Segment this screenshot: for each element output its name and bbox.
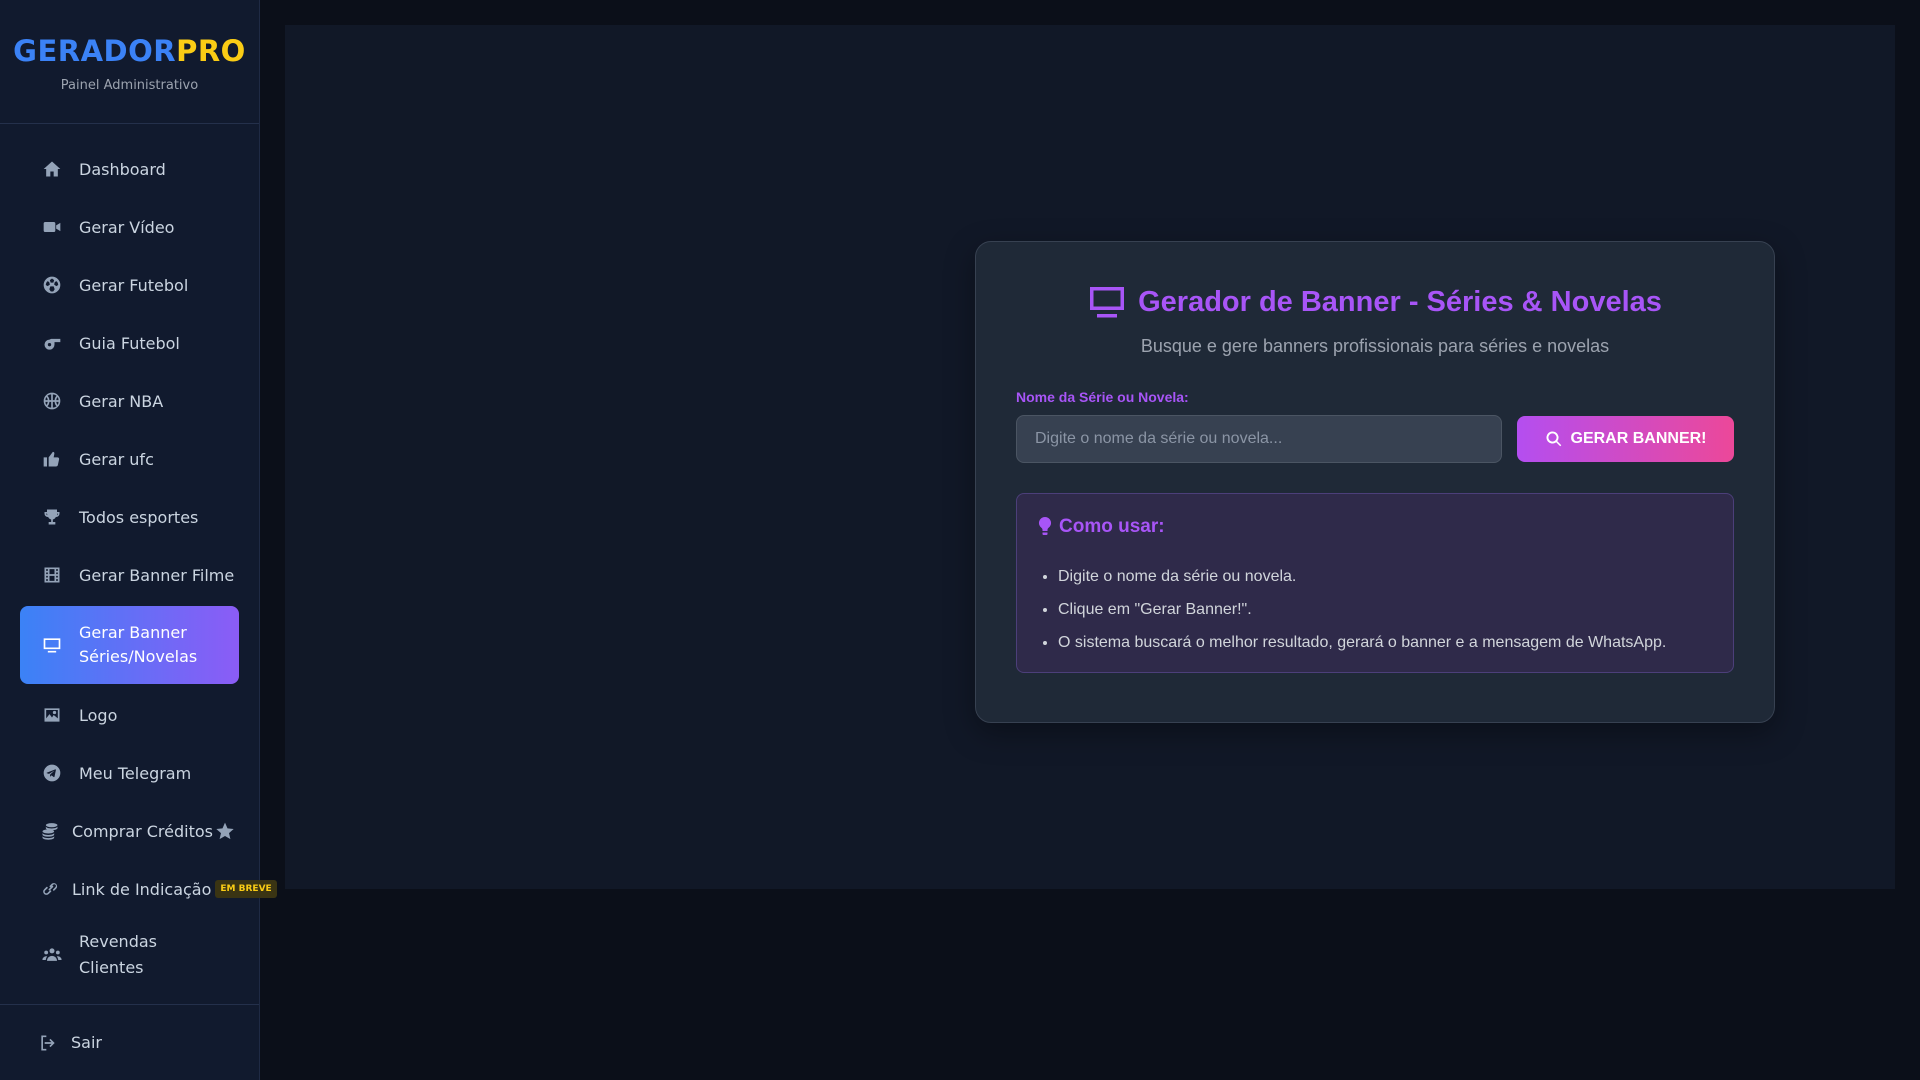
- brand-logo-part2: PRO: [176, 34, 246, 68]
- sidebar-item-label: Gerar Banner Filme: [79, 565, 235, 585]
- sidebar-item-meu-telegram[interactable]: Meu Telegram: [20, 744, 239, 802]
- sidebar-item-link-de-indicacao[interactable]: Link de Indicação EM BREVE: [20, 860, 277, 918]
- home-icon: [40, 157, 64, 181]
- sidebar-item-gerar-banner-filme[interactable]: Gerar Banner Filme: [20, 546, 239, 604]
- how-to-steps: Digite o nome da série ou novela. Clique…: [1037, 560, 1713, 659]
- page-title-text: Gerador de Banner - Séries & Novelas: [1138, 285, 1662, 318]
- telegram-icon: [40, 761, 64, 785]
- whistle-icon: [40, 331, 64, 355]
- generate-banner-label: GERAR BANNER!: [1570, 430, 1707, 447]
- sidebar-item-label: Link de Indicação: [72, 879, 212, 899]
- sidebar-nav: Dashboard Gerar Vídeo Gerar Futebol Guia…: [0, 124, 277, 1004]
- search-icon: [1545, 430, 1563, 448]
- series-name-label: Nome da Série ou Novela:: [1016, 389, 1189, 405]
- sidebar-item-label: Revendas Clientes: [79, 932, 157, 977]
- how-to-title: Como usar:: [1037, 516, 1713, 538]
- sidebar-item-todos-esportes[interactable]: Todos esportes: [20, 488, 239, 546]
- coming-soon-badge: EM BREVE: [215, 880, 277, 898]
- how-to-title-text: Como usar:: [1059, 516, 1165, 537]
- sidebar-item-gerar-ufc[interactable]: Gerar ufc: [20, 430, 239, 488]
- thumbs-up-icon: [40, 447, 64, 471]
- tv-icon: [40, 633, 64, 657]
- sidebar-item-gerar-futebol[interactable]: Gerar Futebol: [20, 256, 239, 314]
- main-panel: Gerador de Banner - Séries & Novelas Bus…: [285, 25, 1895, 889]
- sidebar-item-label: Logo: [79, 705, 118, 725]
- sidebar-item-label: Guia Futebol: [79, 333, 180, 353]
- coins-icon: [38, 819, 62, 843]
- sidebar-item-revendas-clientes[interactable]: Revendas Clientes: [20, 918, 239, 992]
- how-to-box: Como usar: Digite o nome da série ou nov…: [1016, 493, 1734, 673]
- brand-logo-part1: GERADOR: [13, 34, 177, 68]
- sidebar: GERADORPRO Painel Administrativo Dashboa…: [0, 0, 277, 1080]
- basketball-icon: [40, 389, 64, 413]
- list-item: Clique em "Gerar Banner!".: [1058, 593, 1713, 626]
- sidebar-item-label: Gerar NBA: [79, 391, 164, 411]
- sidebar-item-label: Comprar Créditos: [72, 821, 213, 841]
- brand: GERADORPRO Painel Administrativo: [0, 0, 259, 124]
- sidebar-footer: Sair: [0, 1004, 259, 1080]
- brand-logo[interactable]: GERADORPRO: [13, 34, 246, 68]
- page-title: Gerador de Banner - Séries & Novelas: [1016, 282, 1734, 322]
- link-icon: [38, 877, 62, 901]
- sidebar-item-guia-futebol[interactable]: Guia Futebol: [20, 314, 239, 372]
- banner-generator-card: Gerador de Banner - Séries & Novelas Bus…: [975, 241, 1775, 723]
- sidebar-item-comprar-creditos[interactable]: Comprar Créditos: [20, 802, 239, 860]
- sign-out-icon: [36, 1031, 60, 1055]
- list-item: Digite o nome da série ou novela.: [1058, 560, 1713, 593]
- sidebar-item-dashboard[interactable]: Dashboard: [20, 140, 239, 198]
- users-icon: [40, 943, 64, 967]
- tv-icon: [1088, 285, 1126, 319]
- film-icon: [40, 563, 64, 587]
- brand-subtitle: Painel Administrativo: [60, 78, 199, 93]
- series-name-input[interactable]: [1016, 415, 1502, 463]
- sidebar-item-label: Todos esportes: [79, 507, 199, 527]
- sidebar-item-gerar-video[interactable]: Gerar Vídeo: [20, 198, 239, 256]
- page-subtitle: Busque e gere banners profissionais para…: [1140, 336, 1610, 356]
- trophy-icon: [40, 505, 64, 529]
- soccer-ball-icon: [40, 273, 64, 297]
- generate-banner-button[interactable]: GERAR BANNER!: [1517, 416, 1734, 462]
- sidebar-item-label: Meu Telegram: [79, 763, 192, 783]
- star-icon: [215, 821, 235, 841]
- logout-button[interactable]: Sair: [20, 1018, 102, 1068]
- sidebar-item-label: Gerar Futebol: [79, 275, 189, 295]
- sidebar-item-gerar-banner-series-novelas[interactable]: Gerar Banner Séries/Novelas: [20, 606, 239, 684]
- sidebar-item-label: Gerar Banner Séries/Novelas: [79, 623, 198, 666]
- list-item: O sistema buscará o melhor resultado, ge…: [1058, 626, 1713, 659]
- sidebar-item-gerar-nba[interactable]: Gerar NBA: [20, 372, 239, 430]
- lightbulb-icon: [1037, 517, 1053, 537]
- sidebar-item-logo[interactable]: Logo: [20, 686, 239, 744]
- sidebar-item-label: Gerar Vídeo: [79, 217, 175, 237]
- sidebar-item-label: Gerar ufc: [79, 449, 154, 469]
- image-icon: [40, 703, 64, 727]
- video-camera-icon: [40, 215, 64, 239]
- search-row: GERAR BANNER!: [1016, 415, 1734, 463]
- sidebar-item-label: Dashboard: [79, 159, 166, 179]
- logout-label: Sair: [71, 1033, 102, 1052]
